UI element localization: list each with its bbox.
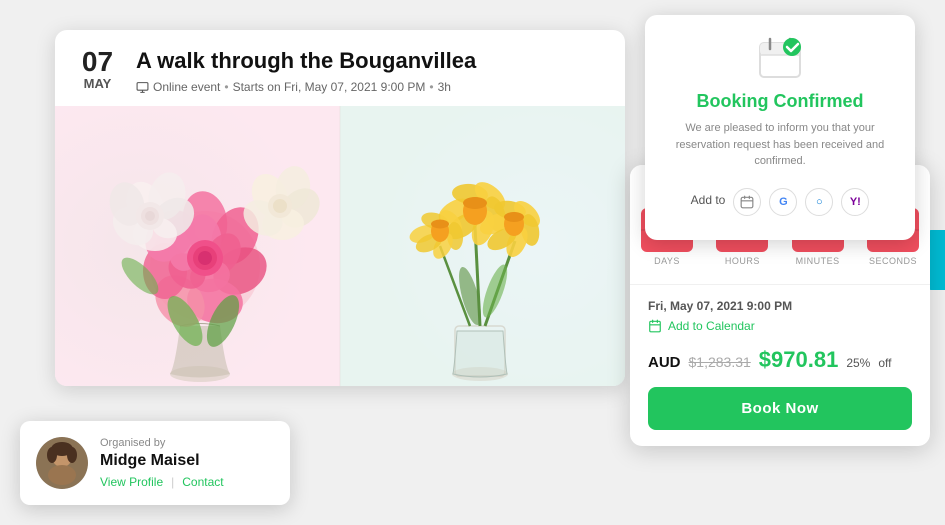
add-calendar-text: Add to Calendar bbox=[668, 319, 755, 333]
add-to-label-text: Add to bbox=[691, 193, 726, 207]
event-meta: Online event • Starts on Fri, May 07, 20… bbox=[136, 80, 605, 94]
event-header: 07 MAY A walk through the Bouganvillea O… bbox=[55, 30, 625, 106]
organizer-links: View Profile | Contact bbox=[100, 475, 274, 489]
countdown-minutes-label: MINUTES bbox=[792, 256, 844, 266]
event-date-month: MAY bbox=[75, 76, 120, 91]
price-row: AUD $1,283.31 $970.81 25% off bbox=[648, 347, 912, 373]
event-card: 07 MAY A walk through the Bouganvillea O… bbox=[55, 30, 625, 386]
view-profile-link[interactable]: View Profile bbox=[100, 475, 163, 489]
add-to-calendar-link[interactable]: Add to Calendar bbox=[648, 319, 912, 333]
countdown-days-label: DAYS bbox=[641, 256, 693, 266]
calendar-confirmed-icon bbox=[756, 35, 804, 83]
discount-percent: 25% bbox=[846, 356, 870, 370]
calendar-icons-row: G ○ Y! bbox=[733, 188, 869, 216]
price-currency: AUD bbox=[648, 354, 681, 371]
event-date-day: 07 bbox=[75, 48, 120, 76]
contact-link[interactable]: Contact bbox=[182, 475, 223, 489]
event-type: Online event bbox=[153, 80, 220, 94]
organizer-by-label: Organised by bbox=[100, 437, 274, 449]
event-duration: 3h bbox=[438, 80, 451, 94]
organizer-name: Midge Maisel bbox=[100, 452, 274, 470]
avatar bbox=[36, 437, 88, 489]
panel-body: Fri, May 07, 2021 9:00 PM Add to Calenda… bbox=[630, 285, 930, 446]
calendar-icon bbox=[648, 319, 662, 333]
countdown-hours-label: HOURS bbox=[716, 256, 768, 266]
event-image bbox=[55, 106, 625, 386]
countdown-seconds-label: SECONDS bbox=[867, 256, 919, 266]
link-divider: | bbox=[171, 475, 174, 489]
off-label: off bbox=[878, 356, 891, 370]
yahoo-calendar-btn[interactable]: Y! bbox=[841, 188, 869, 216]
add-to-row: Add to G ○ Y! bbox=[663, 184, 897, 216]
event-datetime: Fri, May 07, 2021 9:00 PM bbox=[648, 299, 912, 313]
organizer-info: Organised by Midge Maisel View Profile |… bbox=[100, 437, 274, 489]
confirmed-title: Booking Confirmed bbox=[663, 91, 897, 112]
price-original: $1,283.31 bbox=[689, 354, 751, 370]
dot-separator-1: • bbox=[224, 80, 228, 94]
confirmed-description: We are pleased to inform you that your r… bbox=[663, 120, 897, 170]
event-title: A walk through the Bouganvillea bbox=[136, 48, 605, 74]
outlook-calendar-btn[interactable]: ○ bbox=[805, 188, 833, 216]
google-calendar-btn[interactable]: G bbox=[769, 188, 797, 216]
event-date-box: 07 MAY bbox=[75, 48, 120, 91]
dot-separator-2: • bbox=[429, 80, 433, 94]
event-title-area: A walk through the Bouganvillea Online e… bbox=[136, 48, 605, 94]
booking-confirmed-card: Booking Confirmed We are pleased to info… bbox=[645, 15, 915, 240]
organizer-card: Organised by Midge Maisel View Profile |… bbox=[20, 421, 290, 505]
apple-calendar-btn[interactable] bbox=[733, 188, 761, 216]
monitor-icon bbox=[136, 81, 149, 94]
event-starts: Starts on Fri, May 07, 2021 9:00 PM bbox=[233, 80, 426, 94]
price-discounted: $970.81 bbox=[759, 347, 839, 373]
book-now-button[interactable]: Book Now bbox=[648, 387, 912, 430]
